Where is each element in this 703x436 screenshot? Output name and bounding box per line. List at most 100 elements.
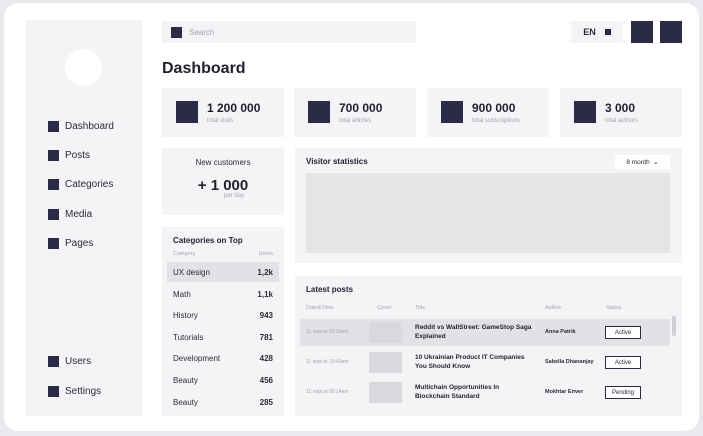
- column-header-cover: Cover: [377, 305, 392, 311]
- pages-icon: [48, 237, 59, 249]
- visitor-chart-placeholder: [306, 173, 670, 253]
- settings-icon: [48, 385, 59, 397]
- new-customers-title: New customers: [195, 158, 251, 167]
- stat-card-subscriptions: 900 000 total subscriptions: [427, 88, 549, 137]
- stat-card-visits: 1 200 000 total visits: [162, 88, 284, 137]
- list-item[interactable]: Tutorials 781: [167, 327, 279, 347]
- search-icon: [171, 26, 182, 38]
- category-name: Development: [173, 354, 221, 363]
- status-badge: Active: [605, 326, 641, 339]
- post-cover-image: [369, 382, 402, 403]
- subscriptions-icon: [441, 101, 463, 123]
- sidebar-item-settings[interactable]: Settings: [48, 383, 101, 399]
- stat-label: total subscriptions: [472, 118, 521, 124]
- language-label: EN: [583, 27, 596, 37]
- sidebar-item-label: Posts: [65, 149, 91, 161]
- notifications-button[interactable]: [631, 21, 653, 43]
- post-cover-image: [369, 322, 402, 343]
- users-icon: [48, 355, 59, 367]
- category-name: UX design: [173, 268, 210, 277]
- post-title: Multichain Opportunities In Blockchain S…: [415, 384, 500, 400]
- stat-label: total authors: [605, 118, 639, 124]
- range-select[interactable]: 8 month ⌄: [615, 155, 670, 169]
- profile-button[interactable]: [660, 21, 682, 43]
- categories-title: Categories on Top: [173, 236, 243, 245]
- stat-card-articles: 700 000 total articles: [294, 88, 416, 137]
- column-header-status: Status: [606, 305, 622, 311]
- sidebar-item-categories[interactable]: Categories: [48, 176, 113, 192]
- sidebar-item-label: Settings: [65, 385, 102, 397]
- list-item[interactable]: Beauty 285: [167, 392, 279, 412]
- column-header-category: Category: [173, 251, 196, 257]
- category-name: Tutorials: [173, 333, 204, 342]
- stat-label: total visits: [207, 118, 234, 124]
- stat-label: total articles: [339, 118, 372, 124]
- search-bar: [162, 21, 416, 43]
- sidebar-item-pages[interactable]: Pages: [48, 235, 93, 251]
- category-users: 1,1k: [257, 290, 273, 299]
- post-date: 11 sept at 09:14am: [306, 389, 349, 395]
- stat-value: 700 000: [339, 101, 383, 115]
- latest-posts-card: Latest posts Date&Time Cover Title Autho…: [295, 276, 682, 416]
- posts-scrollbar[interactable]: [672, 316, 676, 336]
- category-name: Beauty: [173, 376, 198, 385]
- media-icon: [48, 208, 59, 220]
- logo: [65, 49, 102, 86]
- page-title: Dashboard: [162, 60, 246, 77]
- range-select-value: 8 month: [626, 158, 650, 166]
- post-cover-image: [369, 352, 402, 373]
- posts-icon: [48, 149, 59, 161]
- category-users: 781: [259, 333, 273, 342]
- list-item[interactable]: Beauty 456: [167, 370, 279, 390]
- new-customers-card: New customers + 1 000 per day: [162, 148, 284, 215]
- table-row[interactable]: 11 sept at 09:14am Multichain Opportunit…: [300, 379, 670, 406]
- column-header-date: Date&Time: [306, 305, 334, 311]
- sidebar-item-users[interactable]: Users: [48, 353, 91, 369]
- category-name: History: [173, 311, 198, 320]
- post-date: 11 sept at 10:43am: [306, 359, 349, 365]
- post-title: Reddit vs WallStreet: GameStop Saga Expl…: [415, 324, 532, 340]
- list-item[interactable]: UX design 1,2k: [167, 262, 279, 282]
- stat-value: 900 000: [472, 101, 516, 115]
- sidebar: Dashboard Posts Categories Media Pages U…: [26, 20, 142, 416]
- category-name: Math: [173, 290, 191, 299]
- post-author: Anna Patrik: [545, 329, 576, 335]
- latest-posts-title: Latest posts: [306, 285, 354, 294]
- category-users: 943: [259, 311, 273, 320]
- visitor-statistics-title: Visitor statistics: [306, 157, 368, 166]
- stat-value: 1 200 000: [207, 101, 261, 115]
- post-title: 10 Ukrainian Product IT Companies You Sh…: [415, 354, 525, 370]
- language-selector[interactable]: EN: [571, 21, 623, 43]
- language-icon: [604, 29, 611, 35]
- post-author: Mokhtar Enver: [545, 389, 584, 395]
- list-item[interactable]: History 943: [167, 305, 279, 325]
- authors-icon: [574, 101, 596, 123]
- chevron-down-icon: ⌄: [652, 159, 659, 166]
- list-item[interactable]: Math 1,1k: [167, 284, 279, 304]
- post-date: 11 sept at 13:30am: [306, 329, 349, 335]
- search-input[interactable]: [189, 27, 389, 37]
- table-row[interactable]: 11 sept at 13:30am Reddit vs WallStreet:…: [300, 319, 670, 346]
- sidebar-item-media[interactable]: Media: [48, 206, 92, 222]
- visits-icon: [176, 101, 198, 123]
- column-header-users: Users: [258, 251, 273, 257]
- articles-icon: [308, 101, 330, 123]
- category-users: 428: [259, 354, 273, 363]
- table-row[interactable]: 11 sept at 10:43am 10 Ukrainian Product …: [300, 349, 670, 376]
- categories-card: Categories on Top Category Users UX desi…: [162, 227, 284, 416]
- column-header-author: Author: [545, 305, 562, 311]
- status-badge: Pending: [605, 386, 641, 399]
- sidebar-item-label: Pages: [65, 237, 94, 249]
- sidebar-item-label: Users: [65, 355, 92, 367]
- sidebar-item-dashboard[interactable]: Dashboard: [48, 118, 114, 134]
- stat-card-authors: 3 000 total authors: [560, 88, 682, 137]
- sidebar-item-posts[interactable]: Posts: [48, 147, 90, 163]
- category-users: 285: [259, 398, 273, 407]
- new-customers-value: + 1 000: [197, 177, 249, 194]
- sidebar-item-label: Dashboard: [65, 120, 114, 132]
- list-item[interactable]: Development 428: [167, 348, 279, 368]
- categories-icon: [48, 178, 59, 190]
- status-badge: Active: [605, 356, 641, 369]
- post-author: Sabella Dhananjay: [545, 359, 594, 365]
- new-customers-sub: per day: [224, 193, 245, 199]
